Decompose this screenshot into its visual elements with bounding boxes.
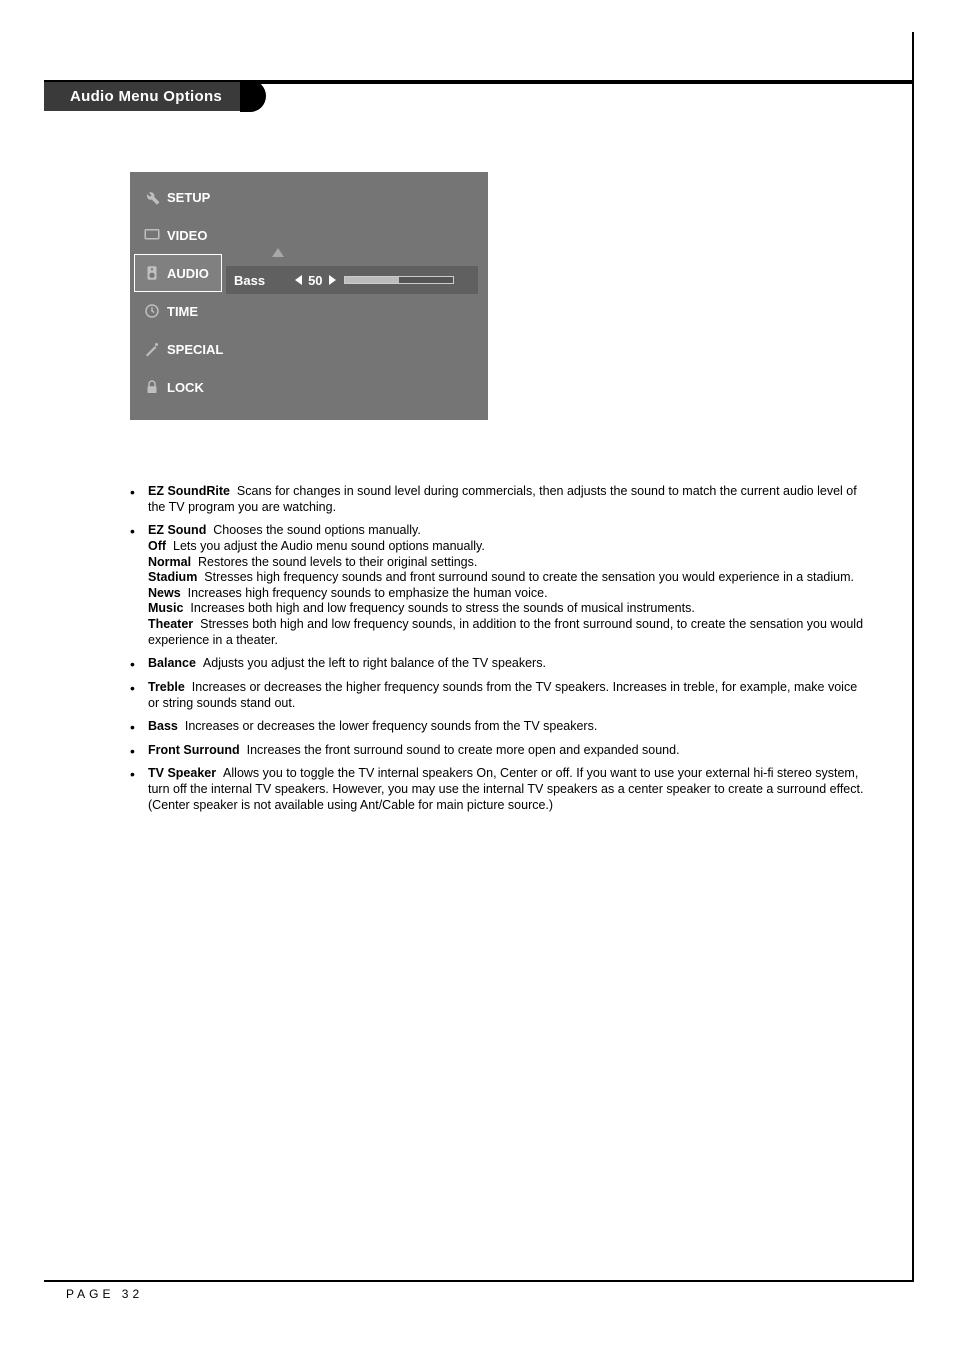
osd-setting-row[interactable]: Bass 50 <box>226 266 478 294</box>
osd-sidebar: SETUP VIDEO AUDIO TIME SPECIAL <box>130 172 226 420</box>
sub-normal: Normal Restores the sound levels to thei… <box>148 555 870 571</box>
term: Normal <box>148 555 191 569</box>
decrease-icon[interactable] <box>295 275 302 285</box>
osd-item-label: TIME <box>167 304 198 319</box>
desc: Increases or decreases the higher freque… <box>148 680 857 710</box>
osd-panel: Bass 50 <box>226 172 488 420</box>
tv-icon <box>143 226 161 244</box>
desc: Restores the sound levels to their origi… <box>198 555 477 569</box>
osd-item-video[interactable]: VIDEO <box>134 216 222 254</box>
sub-theater: Theater Stresses both high and low frequ… <box>148 617 870 648</box>
desc: Increases high frequency sounds to empha… <box>188 586 548 600</box>
osd-menu: SETUP VIDEO AUDIO TIME SPECIAL <box>130 172 488 420</box>
nav-up-icon[interactable] <box>272 248 284 257</box>
term: Bass <box>148 719 178 733</box>
wrench-icon <box>143 188 161 206</box>
term: Front Surround <box>148 743 240 757</box>
bullet-ez-sound: EZ Sound Chooses the sound options manua… <box>130 523 870 648</box>
term: Theater <box>148 617 193 631</box>
section-title: Audio Menu Options <box>44 82 240 111</box>
term: Stadium <box>148 570 197 584</box>
body-text: EZ SoundRite Scans for changes in sound … <box>130 484 870 821</box>
term: EZ Sound <box>148 523 206 537</box>
bullet-tv-speaker: TV Speaker Allows you to toggle the TV i… <box>130 766 870 813</box>
desc: Allows you to toggle the TV internal spe… <box>148 766 863 796</box>
osd-item-lock[interactable]: LOCK <box>134 368 222 406</box>
clock-icon <box>143 302 161 320</box>
bullet-front-surround: Front Surround Increases the front surro… <box>130 743 870 759</box>
term: News <box>148 586 181 600</box>
increase-icon[interactable] <box>329 275 336 285</box>
bullet-ez-soundrite: EZ SoundRite Scans for changes in sound … <box>130 484 870 515</box>
osd-item-time[interactable]: TIME <box>134 292 222 330</box>
osd-item-label: VIDEO <box>167 228 207 243</box>
osd-setting-name: Bass <box>234 273 265 288</box>
sub-music: Music Increases both high and low freque… <box>148 601 870 617</box>
osd-item-audio[interactable]: AUDIO <box>134 254 222 292</box>
desc: Lets you adjust the Audio menu sound opt… <box>173 539 485 553</box>
desc: Chooses the sound options manually. <box>213 523 421 537</box>
term: Treble <box>148 680 185 694</box>
osd-value-stepper[interactable]: 50 <box>295 273 335 288</box>
page-number: PAGE 32 <box>66 1287 143 1301</box>
desc: Adjusts you adjust the left to right bal… <box>203 656 546 670</box>
term: Off <box>148 539 166 553</box>
sub-off: Off Lets you adjust the Audio menu sound… <box>148 539 870 555</box>
desc: Stresses both high and low frequency sou… <box>148 617 863 647</box>
term: Balance <box>148 656 196 670</box>
desc: Scans for changes in sound level during … <box>148 484 857 514</box>
term: EZ SoundRite <box>148 484 230 498</box>
osd-slider-fill <box>345 277 399 283</box>
term: TV Speaker <box>148 766 216 780</box>
desc: Increases the front surround sound to cr… <box>247 743 680 757</box>
term: Music <box>148 601 183 615</box>
sub-news: News Increases high frequency sounds to … <box>148 586 870 602</box>
desc: Stresses high frequency sounds and front… <box>204 570 854 584</box>
osd-item-label: SPECIAL <box>167 342 223 357</box>
sub-stadium: Stadium Stresses high frequency sounds a… <box>148 570 870 586</box>
osd-item-label: AUDIO <box>167 266 209 281</box>
section-header: Audio Menu Options <box>44 80 266 112</box>
desc: Increases both high and low frequency so… <box>190 601 694 615</box>
osd-item-label: LOCK <box>167 380 204 395</box>
osd-item-special[interactable]: SPECIAL <box>134 330 222 368</box>
osd-slider[interactable] <box>344 276 454 284</box>
osd-setting-value: 50 <box>308 273 322 288</box>
osd-item-label: SETUP <box>167 190 210 205</box>
bullet-treble: Treble Increases or decreases the higher… <box>130 680 870 711</box>
bullet-bass: Bass Increases or decreases the lower fr… <box>130 719 870 735</box>
header-cap <box>240 80 266 112</box>
speaker-icon <box>143 264 161 282</box>
tv-speaker-note: (Center speaker is not available using A… <box>148 798 870 814</box>
desc: Increases or decreases the lower frequen… <box>185 719 597 733</box>
lock-icon <box>143 378 161 396</box>
wand-icon <box>143 340 161 358</box>
osd-item-setup[interactable]: SETUP <box>134 178 222 216</box>
bullet-balance: Balance Adjusts you adjust the left to r… <box>130 656 870 672</box>
